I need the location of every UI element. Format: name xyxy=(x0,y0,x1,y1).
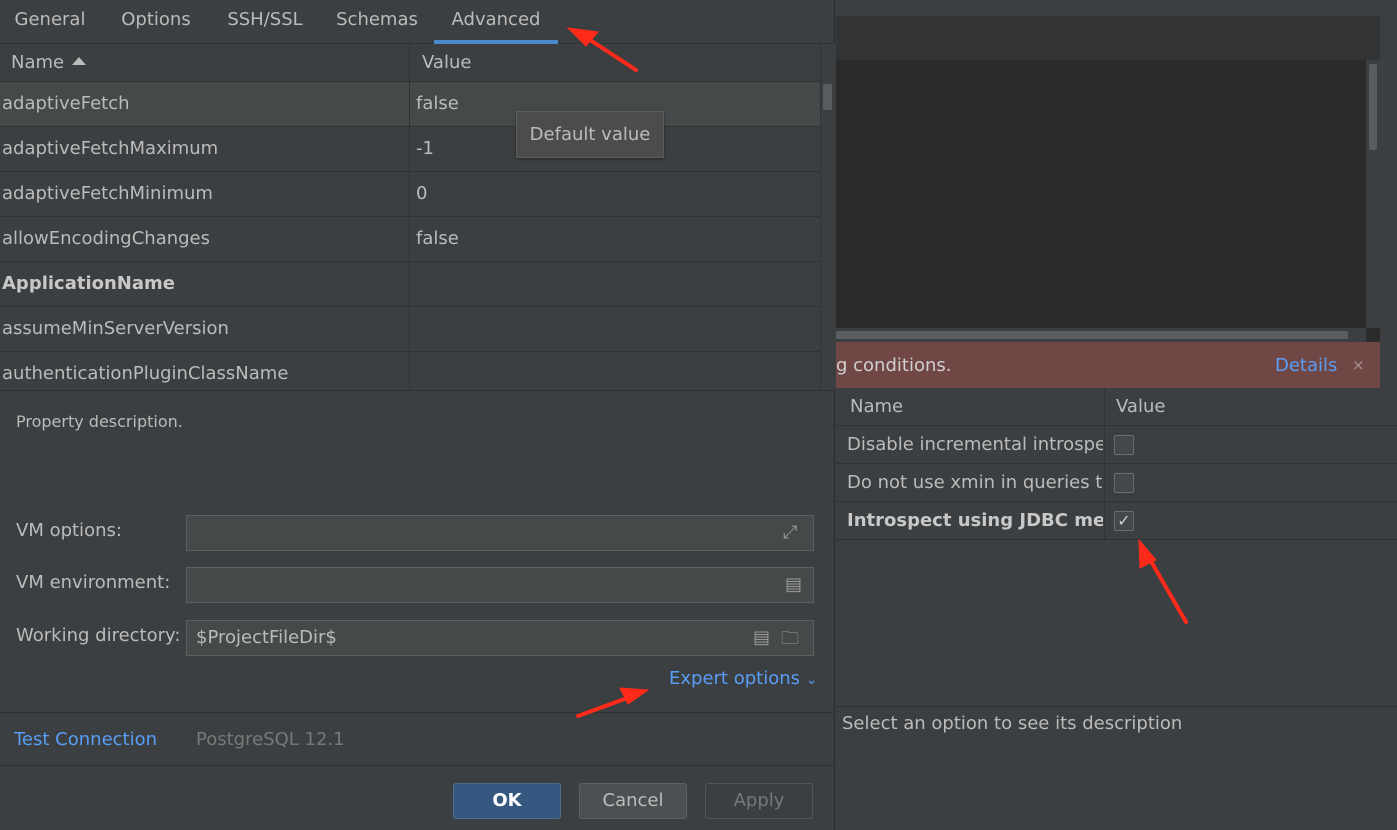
option-checkbox-introspect-jdbc[interactable]: ✓ xyxy=(1114,511,1134,531)
close-icon[interactable]: × xyxy=(1352,356,1365,374)
sort-ascending-icon xyxy=(72,57,87,65)
properties-scroll-thumb[interactable] xyxy=(823,84,832,110)
option-description-text: Select an option to see its description xyxy=(842,713,1183,734)
document-icon[interactable]: ▤ xyxy=(785,574,802,595)
vm-environment-input[interactable] xyxy=(186,567,814,603)
right-toolbar xyxy=(836,0,1397,16)
tab-options[interactable]: Options xyxy=(104,0,208,44)
working-directory-label: Working directory: xyxy=(16,625,181,646)
table-row[interactable]: ApplicationName xyxy=(0,262,820,307)
arrow-to-introspect-checkbox xyxy=(1146,554,1188,624)
apply-button[interactable]: Apply xyxy=(705,783,813,819)
option-name: Do not use xmin in queries to xyxy=(847,472,1103,493)
option-row-disable-incremental[interactable]: Disable incremental introspec xyxy=(836,426,1397,464)
tab-ssh-ssl[interactable]: SSH/SSL xyxy=(212,0,318,44)
expert-options-link[interactable]: Expert options ⌄ xyxy=(669,668,817,689)
option-row-no-xmin[interactable]: Do not use xmin in queries to xyxy=(836,464,1397,502)
details-link[interactable]: Details xyxy=(1275,355,1337,376)
option-name: Disable incremental introspec xyxy=(847,434,1103,455)
column-header-value[interactable]: Value xyxy=(410,44,820,82)
table-row[interactable]: adaptiveFetchMaximum -1 xyxy=(0,127,820,172)
right-edge-strip xyxy=(1380,0,1397,342)
property-value[interactable]: false xyxy=(410,217,820,262)
document-icon[interactable]: ▤ xyxy=(753,627,770,648)
ok-button[interactable]: OK xyxy=(453,783,561,819)
tab-bar: General Options SSH/SSL Schemas Advanced xyxy=(0,0,835,44)
right-vertical-scroll-thumb[interactable] xyxy=(1369,64,1377,150)
options-col-value[interactable]: Value xyxy=(1116,388,1165,426)
right-horizontal-scroll-thumb[interactable] xyxy=(836,331,1348,339)
right-editor-area xyxy=(836,60,1366,328)
property-value[interactable] xyxy=(410,352,820,390)
chevron-down-icon: ⌄ xyxy=(805,672,818,688)
test-connection-link[interactable]: Test Connection xyxy=(14,729,157,750)
option-checkbox-no-xmin[interactable] xyxy=(1114,473,1134,493)
property-name: ApplicationName xyxy=(0,262,410,307)
table-row[interactable]: adaptiveFetch false xyxy=(0,82,820,127)
right-editor-header xyxy=(836,16,1397,60)
expand-icon[interactable]: ⤢ xyxy=(783,522,797,543)
property-name: allowEncodingChanges xyxy=(0,217,410,262)
option-row-introspect-jdbc[interactable]: Introspect using JDBC metac ✓ xyxy=(836,502,1397,540)
property-name: authenticationPluginClassName xyxy=(0,352,410,390)
property-value[interactable] xyxy=(410,262,820,307)
property-name: adaptiveFetch xyxy=(0,82,410,127)
option-checkbox-disable-incremental[interactable] xyxy=(1114,435,1134,455)
property-value[interactable]: 0 xyxy=(410,172,820,217)
error-text: g conditions. xyxy=(836,355,952,376)
vm-options-input[interactable] xyxy=(186,515,814,551)
options-col-name[interactable]: Name xyxy=(850,388,903,426)
property-description-area xyxy=(0,390,835,490)
option-name: Introspect using JDBC metac xyxy=(847,510,1103,531)
db-version-label: PostgreSQL 12.1 xyxy=(196,729,345,750)
folder-icon[interactable]: 🗀 xyxy=(781,626,799,656)
tab-advanced[interactable]: Advanced xyxy=(434,0,558,44)
property-description: Property description. xyxy=(16,412,183,431)
cancel-button[interactable]: Cancel xyxy=(579,783,687,819)
table-row[interactable]: allowEncodingChanges false xyxy=(0,217,820,262)
divider xyxy=(0,765,835,766)
vm-options-label: VM options: xyxy=(16,520,122,541)
properties-table-header: Name Value xyxy=(0,44,820,82)
column-header-name[interactable]: Name xyxy=(0,44,410,82)
options-table-header: Name Value xyxy=(836,388,1397,426)
default-value-tooltip: Default value xyxy=(516,111,664,158)
table-row[interactable]: assumeMinServerVersion xyxy=(0,307,820,352)
divider xyxy=(0,712,835,713)
tab-schemas[interactable]: Schemas xyxy=(322,0,432,44)
property-name: adaptiveFetchMinimum xyxy=(0,172,410,217)
table-row[interactable]: adaptiveFetchMinimum 0 xyxy=(0,172,820,217)
vm-environment-label: VM environment: xyxy=(16,572,171,593)
properties-table: adaptiveFetch false adaptiveFetchMaximum… xyxy=(0,82,820,390)
tab-general[interactable]: General xyxy=(0,0,100,44)
property-name: assumeMinServerVersion xyxy=(0,307,410,352)
property-name: adaptiveFetchMaximum xyxy=(0,127,410,172)
working-directory-input[interactable]: $ProjectFileDir$ xyxy=(186,620,814,656)
table-row[interactable]: authenticationPluginClassName xyxy=(0,352,820,390)
property-value[interactable] xyxy=(410,307,820,352)
